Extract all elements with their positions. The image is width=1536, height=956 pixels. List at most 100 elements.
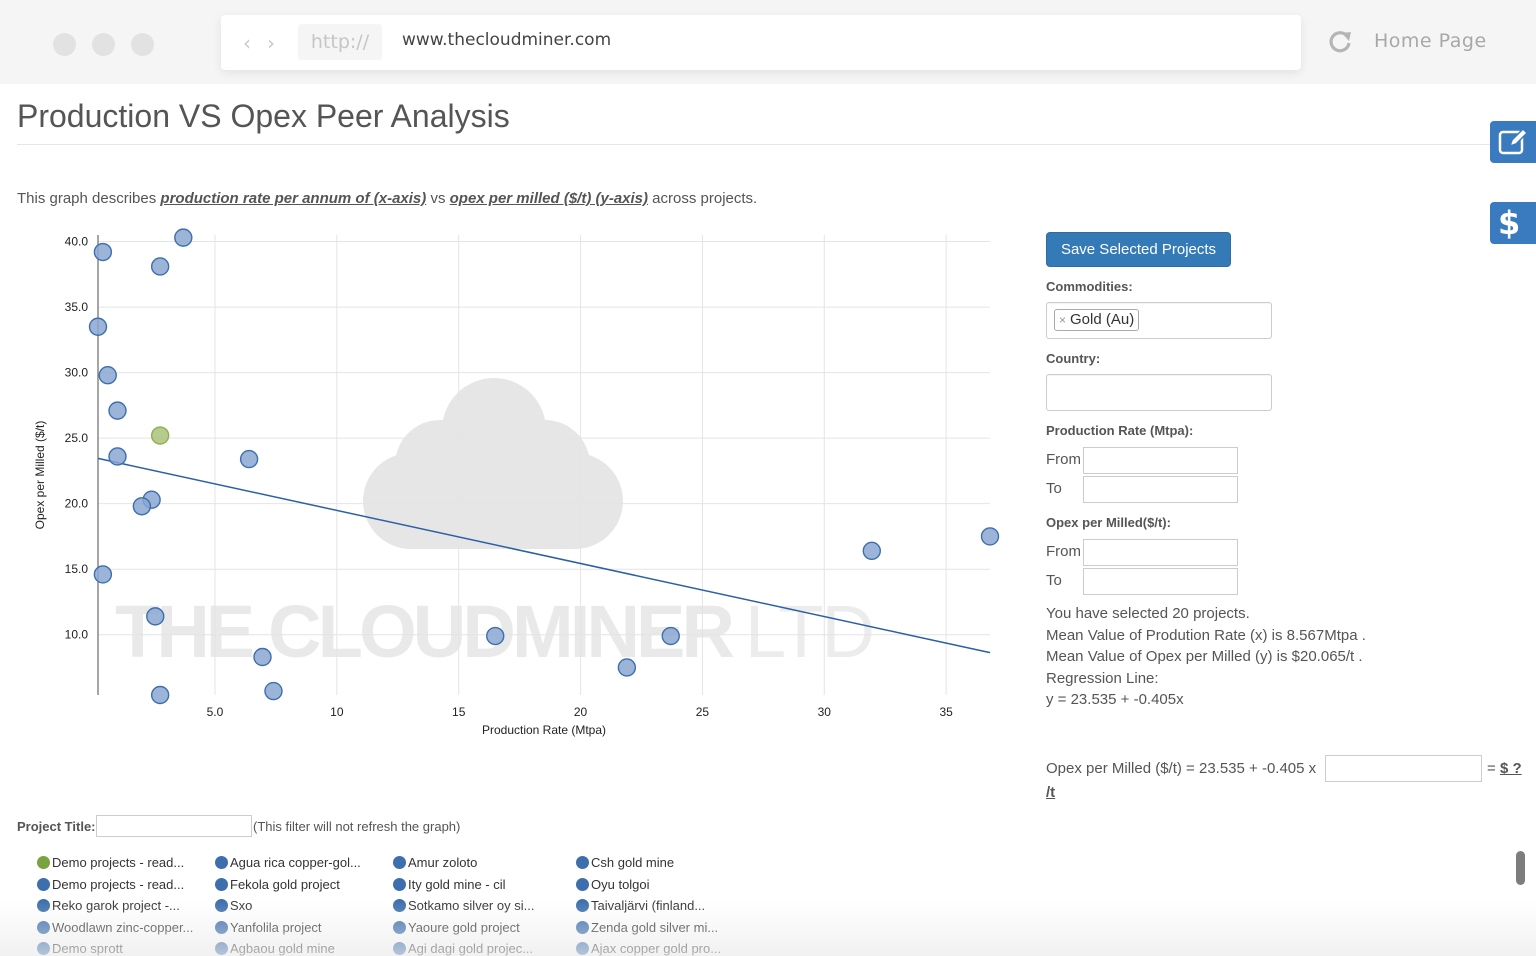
production-from-label: From xyxy=(1046,451,1081,468)
data-point[interactable] xyxy=(486,626,505,646)
legend-dot-icon xyxy=(393,921,406,934)
calculator-formula: Opex per Milled ($/t) = 23.535 + -0.405 … xyxy=(1046,760,1317,777)
data-point[interactable] xyxy=(239,449,259,469)
y-axis-title: Opex per Milled ($/t) xyxy=(33,421,47,530)
legend-dot-icon xyxy=(393,899,406,912)
page-scrollbar[interactable] xyxy=(1516,851,1525,885)
commodities-select[interactable]: × Gold (Au) xyxy=(1046,302,1272,339)
data-point[interactable] xyxy=(264,681,283,701)
data-point[interactable] xyxy=(862,541,881,561)
legend-label: Yaoure gold project xyxy=(408,920,520,935)
legend-dot-icon xyxy=(37,856,50,869)
legend-item[interactable]: Ajax copper gold pro... xyxy=(576,941,721,956)
legend-label: Sotkamo silver oy si... xyxy=(408,898,535,913)
legend-label: Agbaou gold mine xyxy=(230,941,335,956)
legend-dot-icon xyxy=(393,942,406,955)
legend-item[interactable]: Zenda gold silver mi... xyxy=(576,920,718,935)
edit-icon xyxy=(1498,127,1529,155)
data-point[interactable] xyxy=(108,447,127,466)
data-point-highlighted[interactable] xyxy=(150,426,170,445)
data-point[interactable] xyxy=(98,366,117,385)
data-point[interactable] xyxy=(253,647,272,667)
legend-dot-icon xyxy=(576,878,589,891)
address-bar[interactable]: ‹ › http:// www.thecloudminer.com xyxy=(221,15,1301,70)
legend-item[interactable]: Csh gold mine xyxy=(576,855,674,870)
calculator-x-input[interactable] xyxy=(1325,755,1482,782)
data-point[interactable] xyxy=(146,607,165,626)
legend-item[interactable]: Demo projects - read... xyxy=(37,855,184,870)
data-point[interactable] xyxy=(93,565,113,584)
production-to-label: To xyxy=(1046,480,1062,497)
legend-item[interactable]: Demo sprott xyxy=(37,941,123,956)
home-page-link[interactable]: Home Page xyxy=(1374,30,1487,52)
back-arrow-icon[interactable]: ‹ xyxy=(243,31,251,55)
legend-item[interactable]: Yaoure gold project xyxy=(393,920,520,935)
pricing-side-button[interactable]: $ xyxy=(1490,202,1536,244)
data-point[interactable] xyxy=(150,257,170,276)
legend-label: Yanfolila project xyxy=(230,920,322,935)
legend-dot-icon xyxy=(576,899,589,912)
legend-item[interactable]: Sxo xyxy=(215,898,252,913)
opex-from-input[interactable] xyxy=(1083,539,1238,566)
legend-item[interactable]: Taivaljärvi (finland... xyxy=(576,898,705,913)
commodity-tag-gold: × Gold (Au) xyxy=(1054,309,1140,331)
title-divider xyxy=(17,144,1492,145)
legend-label: Demo projects - read... xyxy=(52,877,185,892)
url-text[interactable]: www.thecloudminer.com xyxy=(402,30,611,50)
legend-item[interactable]: Yanfolila project xyxy=(215,920,322,935)
calculator-unit: /t xyxy=(1046,784,1055,801)
project-title-input[interactable] xyxy=(96,815,252,837)
edit-side-button[interactable] xyxy=(1490,121,1536,163)
selected-count: You have selected 20 projects. xyxy=(1046,605,1250,622)
data-point[interactable] xyxy=(150,685,170,705)
legend-item[interactable]: Oyu tolgoi xyxy=(576,877,650,892)
forward-arrow-icon[interactable]: › xyxy=(267,31,275,55)
production-from-input[interactable] xyxy=(1083,447,1238,474)
data-point[interactable] xyxy=(88,317,108,336)
legend-item[interactable]: Agi dagi gold projec... xyxy=(393,941,533,956)
data-point[interactable] xyxy=(174,228,193,247)
data-point[interactable] xyxy=(93,242,113,262)
reload-icon[interactable] xyxy=(1326,27,1354,55)
legend-item[interactable]: Amur zoloto xyxy=(393,855,477,870)
legend-item[interactable]: Agua rica copper-gol... xyxy=(215,855,361,870)
data-point[interactable] xyxy=(661,626,680,646)
data-point[interactable] xyxy=(617,658,637,677)
equals-sign: = xyxy=(1487,760,1500,777)
x-tick-label: 5.0 xyxy=(207,705,224,719)
legend-dot-icon xyxy=(215,878,228,891)
mean-production: Mean Value of Prodution Rate (x) is 8.56… xyxy=(1046,626,1366,644)
y-axis-description: opex per milled ($/t) (y-axis) xyxy=(449,190,649,207)
save-selected-projects-button[interactable]: Save Selected Projects xyxy=(1046,232,1231,267)
legend-item[interactable]: Agbaou gold mine xyxy=(215,941,335,956)
legend-item[interactable]: Fekola gold project xyxy=(215,877,340,892)
legend-dot-icon xyxy=(215,942,228,955)
legend-label: Agi dagi gold projec... xyxy=(408,941,534,956)
desc-middle: vs xyxy=(426,190,450,207)
data-point[interactable] xyxy=(980,527,1000,546)
window-close-dot[interactable] xyxy=(53,33,76,56)
data-point[interactable] xyxy=(132,497,152,516)
window-maximize-dot[interactable] xyxy=(131,33,154,56)
legend-item[interactable]: Sotkamo silver oy si... xyxy=(393,898,534,913)
calculator-result: = $ ? xyxy=(1487,760,1522,777)
project-title-label: Project Title: xyxy=(17,819,96,834)
x-tick-label: 30 xyxy=(818,705,832,719)
protocol-label: http:// xyxy=(298,24,382,60)
cloud-shape xyxy=(363,378,623,549)
country-select[interactable] xyxy=(1046,374,1272,411)
y-tick-label: 25.0 xyxy=(65,431,89,445)
remove-tag-icon[interactable]: × xyxy=(1059,313,1066,327)
opex-to-input[interactable] xyxy=(1083,568,1238,595)
legend-dot-icon xyxy=(576,921,589,934)
legend-dot-icon xyxy=(215,921,228,934)
x-tick-label: 15 xyxy=(452,705,466,719)
legend-item[interactable]: Woodlawn zinc-copper... xyxy=(37,920,193,935)
window-minimize-dot[interactable] xyxy=(92,33,115,56)
legend-item[interactable]: Ity gold mine - cil xyxy=(393,877,506,892)
country-label: Country: xyxy=(1046,351,1101,366)
production-to-input[interactable] xyxy=(1083,476,1238,503)
legend-item[interactable]: Demo projects - read... xyxy=(37,877,184,892)
legend-item[interactable]: Reko garok project -... xyxy=(37,898,180,913)
data-point[interactable] xyxy=(108,401,127,420)
